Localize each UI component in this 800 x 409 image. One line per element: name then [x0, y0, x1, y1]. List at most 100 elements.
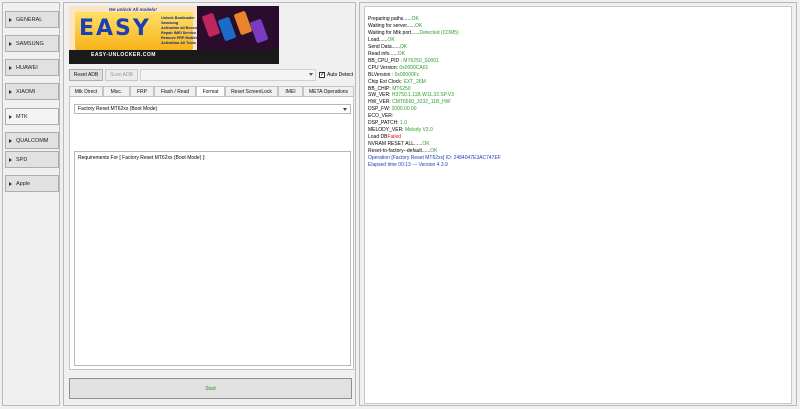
sidebar-item-spd[interactable]: SPD [5, 151, 59, 168]
log-line: Chip Ext Clock: EXT_26M [368, 79, 788, 86]
log-key: Load DB [368, 134, 388, 141]
log-key: SW_VER: [368, 92, 392, 99]
sidebar-item-apple[interactable]: Apple [5, 175, 59, 192]
log-value: 1.0 [400, 120, 407, 127]
log-value: Melody V3.0 [404, 127, 433, 134]
adb-device-select[interactable] [140, 69, 316, 81]
start-button[interactable]: Start [69, 378, 352, 399]
chevron-down-icon [343, 108, 347, 111]
log-line: Reset-to-factory--default......OK [368, 148, 788, 155]
log-key: Load...... [368, 36, 388, 43]
log-line: Send Data......OK [368, 44, 788, 51]
log-line: HW_VER: CMT6500_3232_11B_HW [368, 99, 788, 106]
log-key: Chip Ext Clock: [368, 78, 404, 85]
sidebar-item-label: SAMSUNG [16, 40, 44, 47]
sidebar-item-huawei[interactable]: HUAWEI [5, 59, 59, 76]
sidebar-item-label: QUALCOMM [16, 137, 49, 144]
tool-panel: We unlock All models! EASY Unlock Bootlo… [63, 2, 356, 406]
log-value: MT6250_S0001 [403, 57, 439, 64]
log-value: OK [422, 141, 430, 148]
log-line: BB_CHIP: MT6250 [368, 86, 788, 93]
log-line: Waiting for Mtk port......Detected (COM5… [368, 30, 788, 37]
log-value: MT6250 [392, 85, 411, 92]
arrow-right-icon [9, 89, 12, 94]
log-value: 2000.00.00 [391, 106, 417, 113]
log-line: Preparing paths......OK [368, 16, 788, 23]
auto-detect-checkbox[interactable]: Auto Detect [319, 71, 354, 78]
sidebar-item-qualcomm[interactable]: QUALCOMM [5, 132, 59, 149]
checkbox-checked-icon [319, 71, 325, 78]
log-key: Read info...... [368, 50, 398, 57]
log-value: 0x00000Fc [394, 71, 420, 78]
log-key: DSP_FW: [368, 106, 392, 113]
log-key: Waiting for server...... [368, 22, 416, 29]
arrow-right-icon [9, 65, 12, 70]
log-value: EXT_26M [403, 78, 426, 85]
log-line: NVRAM RESET ALL......OK [368, 141, 788, 148]
phones-graphic [197, 6, 279, 50]
log-line: DSP_PATCH: 1.0 [368, 120, 788, 127]
arrow-right-icon [9, 138, 12, 143]
log-key: HW_VER: [368, 99, 393, 106]
arrow-right-icon [9, 157, 12, 162]
log-line: BLVersion : 0x00000Fc [368, 72, 788, 79]
log-line: Waiting for server......OK [368, 23, 788, 30]
log-value: OK [411, 16, 419, 22]
adb-toolbar: Reset ADB Scan ADB Auto Detect [69, 69, 354, 81]
sidebar-item-xiaomi[interactable]: XIAOMI [5, 83, 59, 100]
log-key: CPU Version: [368, 64, 400, 71]
log-line: ECO_VER: [368, 113, 788, 120]
log-line: MELODY_VER: Melody V3.0 [368, 127, 788, 134]
chevron-down-icon [309, 73, 313, 76]
phone-image [217, 16, 237, 42]
format-tab-content: Factory Reset MT62xx (Boot Mode) Require… [69, 96, 354, 370]
sidebar-item-label: Apple [16, 180, 31, 187]
log-key: Operation [Factory Reset MT62xx] ID: 248… [368, 155, 501, 162]
log-panel: Preparing paths......OK Waiting for serve… [359, 2, 797, 406]
format-mode-select[interactable]: Factory Reset MT62xx (Boot Mode) [74, 104, 351, 114]
log-key: Reset-to-factory--default...... [368, 148, 431, 155]
log-output[interactable]: Preparing paths......OK Waiting for serve… [364, 6, 792, 404]
log-key: ECO_VER: [368, 113, 394, 120]
sidebar-item-label: SPD [16, 156, 28, 163]
brand-sidebar: GENERAL SAMSUNG HUAWEI XIAOMI MTK QUALCO… [2, 2, 60, 406]
log-key: DSP_PATCH: [368, 120, 401, 127]
format-mode-value: Factory Reset MT62xx (Boot Mode) [78, 106, 158, 112]
log-key: BB_CPU_PID : [368, 57, 404, 64]
log-value: H3750.1.11B.W11.32.SP.V3 [391, 92, 454, 99]
log-value: OK [387, 36, 395, 43]
log-key: Elapsed time 00:13 --- Version 4.3.9 [368, 162, 448, 169]
log-line: Load......OK [368, 37, 788, 44]
log-key: MELODY_VER: [368, 127, 405, 134]
arrow-right-icon [9, 41, 12, 46]
log-value: OK [415, 22, 423, 29]
log-line: DSP_FW: 2000.00.00 [368, 106, 788, 113]
arrow-right-icon [9, 181, 12, 186]
sidebar-item-label: HUAWEI [16, 64, 38, 71]
log-line: Load DBFailed [368, 134, 788, 141]
sidebar-item-general[interactable]: GENERAL [5, 11, 59, 28]
easy-unlocker-banner: We unlock All models! EASY Unlock Bootlo… [69, 6, 279, 64]
requirements-box: Requirements For [ Factory Reset MT62xx … [74, 151, 351, 366]
log-key: BB_CHIP: [368, 85, 393, 92]
log-line: BB_CPU_PID : MT6250_S0001 [368, 58, 788, 65]
log-value: Failed [387, 134, 402, 141]
log-value: OK [397, 50, 405, 57]
requirements-text: Requirements For [ Factory Reset MT62xx … [78, 155, 206, 161]
sidebar-item-mtk[interactable]: MTK [5, 108, 59, 125]
phone-image [201, 12, 221, 38]
log-value: OK [399, 43, 408, 50]
log-line: Operation [Factory Reset MT62xx] ID: 248… [368, 155, 788, 162]
log-line: Elapsed time 00:13 --- Version 4.3.9 [368, 162, 788, 169]
log-value: CMT6500_3232_11B_HW [392, 99, 451, 106]
sidebar-item-label: XIAOMI [16, 88, 36, 95]
scan-adb-button[interactable]: Scan ADB [105, 69, 138, 81]
logo-text: EASY [79, 16, 151, 41]
log-line: CPU Version: 0x0000CA01 [368, 65, 788, 72]
arrow-right-icon [9, 114, 12, 119]
reset-adb-button[interactable]: Reset ADB [69, 69, 103, 81]
log-value: 0x0000CA01 [399, 64, 429, 71]
auto-detect-label: Auto Detect [327, 72, 354, 78]
sidebar-item-samsung[interactable]: SAMSUNG [5, 35, 59, 52]
log-key: Waiting for Mtk port...... [368, 29, 420, 36]
